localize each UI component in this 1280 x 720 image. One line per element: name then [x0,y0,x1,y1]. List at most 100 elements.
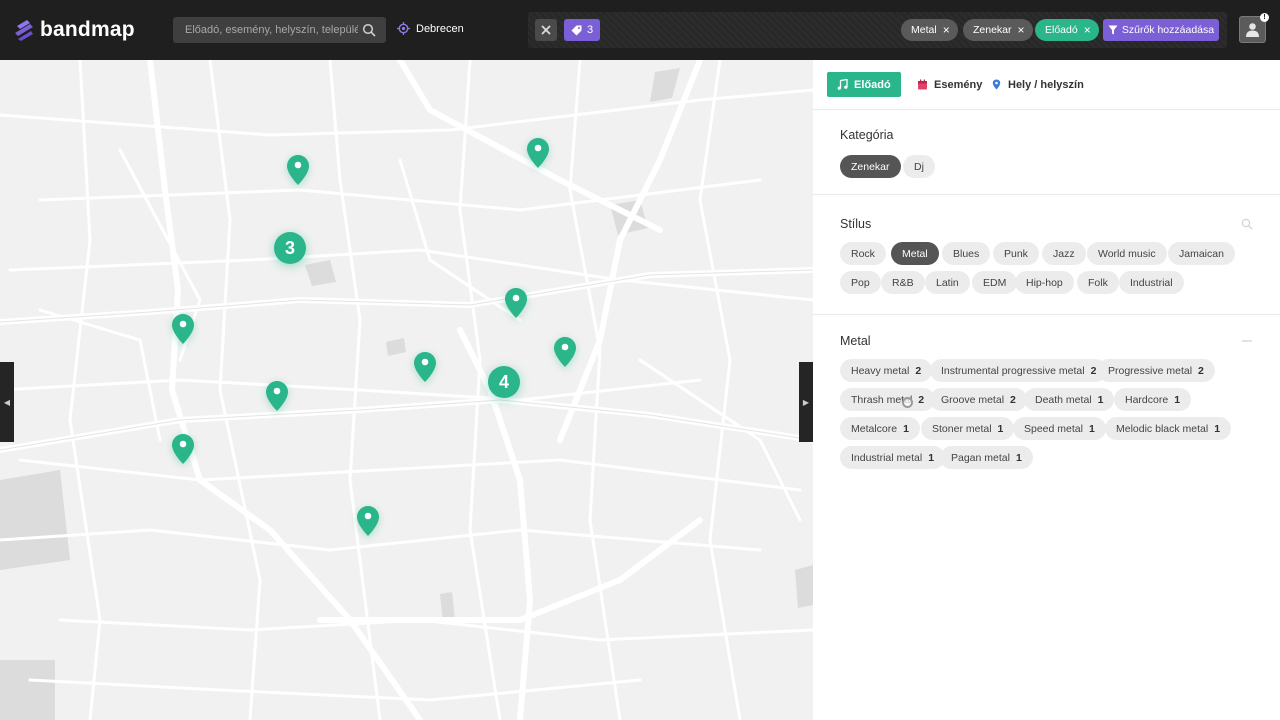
map-pin-icon [357,506,379,536]
user-icon [1246,23,1259,37]
remove-chip-icon[interactable]: × [1084,24,1091,36]
subgenre-option[interactable]: Speed metal 1 [1013,417,1106,440]
map-pin-icon [172,434,194,464]
clear-filters-button[interactable] [535,19,557,41]
collapse-icon[interactable] [1241,335,1253,347]
style-option[interactable]: Latin [925,271,970,294]
subgenre-option[interactable]: Instrumental progressive metal 2 [930,359,1108,382]
style-option[interactable]: Hip-hop [1015,271,1074,294]
subgenre-count: 2 [1198,364,1204,377]
subgenre-label: Speed metal [1024,422,1083,435]
style-option[interactable]: Pop [840,271,881,294]
subgenre-option[interactable]: Thrash metal 2 [840,388,936,411]
notification-badge: ! [1260,13,1269,22]
style-option[interactable]: Blues [942,242,991,265]
style-option[interactable]: Folk [1077,271,1119,294]
style-option[interactable]: Jamaican [1168,242,1235,265]
tab-esemeny[interactable]: Esemény [907,72,992,97]
subgenre-option[interactable]: Death metal 1 [1024,388,1115,411]
map-view[interactable]: ◀ ▶ 3 4 [0,60,813,720]
subgenre-option[interactable]: Stoner metal 1 [921,417,1015,440]
map-pin[interactable] [554,337,576,367]
tag-icon [571,25,582,35]
active-filters-bar: 3 Metal × Zenekar × Előadó × Szűrők hozz… [528,12,1227,48]
map-left-toggle[interactable]: ◀ [0,362,14,442]
search-box [173,17,386,43]
style-option[interactable]: Rock [840,242,886,265]
tab-helyszin[interactable]: Hely / helyszín [981,72,1094,97]
map-cluster[interactable]: 4 [488,366,520,398]
filter-chip-eloado[interactable]: Előadó × [1035,19,1099,41]
filter-chip-label: Metal [911,24,937,36]
section-title: Metal [840,334,871,348]
location-selector[interactable]: Debrecen [397,22,464,35]
search-icon[interactable] [362,23,376,37]
subgenre-count: 1 [928,451,935,464]
style-option[interactable]: Jazz [1042,242,1086,265]
category-option[interactable]: Dj [903,155,935,178]
metal-section: Metal Heavy metal 2 Instrumental progress… [813,315,1280,495]
subgenre-option[interactable]: Metalcore 1 [840,417,920,440]
subgenre-option[interactable]: Heavy metal 2 [840,359,933,382]
style-option[interactable]: Metal [891,242,939,265]
tag-count-badge[interactable]: 3 [564,19,601,41]
subgenre-count: 2 [918,393,925,406]
style-option[interactable]: Industrial [1119,271,1184,294]
add-filters-label: Szűrők hozzáadása [1121,24,1215,36]
map-pin[interactable] [357,506,379,536]
map-pin[interactable] [172,434,194,464]
search-input[interactable] [173,17,358,43]
map-pin-icon [266,381,288,411]
subgenre-option[interactable]: Pagan metal 1 [940,446,1033,469]
music-note-icon [837,79,848,90]
subgenre-count: 1 [1097,393,1104,406]
crosshair-icon [397,22,410,35]
category-section: Kategória Zenekar Dj [813,110,1280,195]
logo[interactable]: bandmap [13,17,135,43]
add-filters-button[interactable]: Szűrők hozzáadása [1103,19,1219,41]
calendar-icon [918,79,927,90]
search-icon[interactable] [1241,218,1253,230]
style-option[interactable]: World music [1087,242,1167,265]
user-avatar-button[interactable]: ! [1239,13,1269,43]
map-right-toggle[interactable]: ▶ [799,362,813,442]
subgenre-count: 2 [915,364,922,377]
subgenre-count: 1 [1015,451,1022,464]
chevron-right-icon: ▶ [802,397,810,407]
subgenre-count: 2 [1010,393,1016,406]
subgenre-label: Progressive metal [1108,364,1193,377]
map-cluster[interactable]: 3 [274,232,306,264]
map-pin-icon [505,288,527,318]
subgenre-option[interactable]: Groove metal 2 [930,388,1027,411]
tag-count-value: 3 [587,24,594,36]
map-pin[interactable] [527,138,549,168]
map-pin-icon [554,337,576,367]
map-pin-icon [414,352,436,382]
subgenre-count: 2 [1090,364,1097,377]
style-option[interactable]: EDM [972,271,1018,294]
subgenre-label: Metalcore [851,422,898,435]
filter-chip-zenekar[interactable]: Zenekar × [963,19,1033,41]
entity-tabs: Előadó Esemény Hely / helyszín [813,60,1280,110]
map-pin[interactable] [287,155,309,185]
subgenre-option[interactable]: Progressive metal 2 [1097,359,1215,382]
filter-chip-metal[interactable]: Metal × [901,19,958,41]
section-title: Kategória [840,128,894,142]
map-pin[interactable] [172,314,194,344]
subgenre-option[interactable]: Hardcore 1 [1114,388,1192,411]
style-option[interactable]: R&B [881,271,925,294]
remove-chip-icon[interactable]: × [1018,24,1025,36]
map-pin[interactable] [414,352,436,382]
filter-panel: Előadó Esemény Hely / helyszín Kategória… [813,60,1280,720]
subgenre-option[interactable]: Melodic black metal 1 [1105,417,1232,440]
style-option[interactable]: Punk [993,242,1039,265]
chevron-left-icon: ◀ [3,397,11,407]
map-pin[interactable] [505,288,527,318]
tab-eloado[interactable]: Előadó [827,72,901,97]
remove-chip-icon[interactable]: × [943,24,950,36]
subgenre-option[interactable]: Industrial metal 1 [840,446,946,469]
section-title: Stílus [840,217,872,231]
bandmap-logo-icon [15,20,33,41]
map-pin[interactable] [266,381,288,411]
category-option[interactable]: Zenekar [840,155,901,178]
